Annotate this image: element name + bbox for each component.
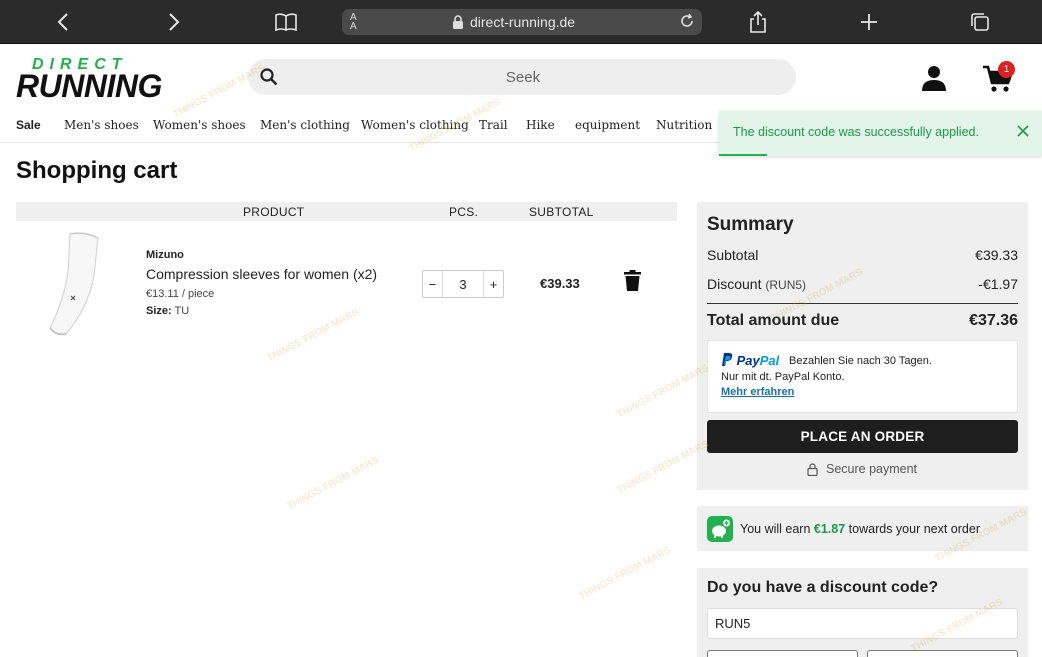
back-icon[interactable]	[50, 10, 76, 34]
tabs-icon[interactable]	[967, 10, 993, 34]
discount-code-label: (RUN5)	[765, 278, 807, 292]
reload-icon[interactable]	[678, 12, 696, 30]
nav-item-trail[interactable]: Trail	[479, 118, 508, 132]
discount-code-input[interactable]	[707, 608, 1018, 639]
watermark: THINGS FROM MARS	[577, 544, 673, 603]
subtotal-row: Subtotal €39.33	[707, 247, 1018, 263]
loyalty-text: You will earn €1.87 towards your next or…	[740, 522, 980, 536]
cart-count-badge: 1	[998, 61, 1015, 78]
paypal-learn-more-link[interactable]: Mehr erfahren	[721, 386, 794, 398]
product-name[interactable]: Compression sleeves for women (x2)	[146, 266, 377, 282]
nav-item-hike[interactable]: Hike	[526, 118, 555, 132]
discount-action-button[interactable]	[707, 650, 858, 657]
product-image[interactable]	[44, 230, 104, 338]
page-title: Shopping cart	[16, 157, 178, 184]
order-summary: Summary Subtotal €39.33 Discount (RUN5) …	[697, 202, 1028, 490]
paypal-icon	[722, 353, 733, 366]
loyalty-amount: €1.87	[813, 522, 846, 536]
paypal-text-line2: Nur mit dt. PayPal Konto.	[721, 371, 845, 383]
account-icon[interactable]	[920, 64, 948, 92]
discount-value: -€1.97	[978, 276, 1018, 292]
place-order-button[interactable]: PLACE AN ORDER	[707, 420, 1018, 453]
summary-title: Summary	[707, 214, 794, 235]
product-unit-price: €13.11 / piece	[146, 288, 215, 300]
paypal-text-line1: Bezahlen Sie nach 30 Tagen.	[789, 355, 932, 367]
forward-icon[interactable]	[161, 10, 187, 34]
quantity-increase-button[interactable]: +	[483, 271, 503, 297]
quantity-decrease-button[interactable]: −	[423, 271, 443, 297]
summary-divider	[707, 303, 1018, 304]
nav-item-equipment[interactable]: equipment	[575, 118, 640, 132]
paypal-banner: PayPal Bezahlen Sie nach 30 Tagen. Nur m…	[707, 340, 1018, 413]
toast-message: The discount code was successfully appli…	[733, 125, 979, 139]
line-subtotal: €39.33	[540, 276, 580, 291]
product-size: Size: TU	[146, 305, 190, 317]
search-input[interactable]	[288, 59, 758, 95]
discount-secondary-button[interactable]	[867, 650, 1018, 657]
discount-label: Discount	[707, 276, 762, 292]
piggy-bank-icon	[707, 516, 733, 542]
padlock-icon	[807, 463, 818, 476]
quantity-input[interactable]	[443, 271, 483, 297]
watermark: THINGS FROM MARS	[265, 306, 361, 365]
loyalty-banner: You will earn €1.87 towards your next or…	[697, 506, 1028, 551]
toast-progress	[719, 154, 767, 156]
close-icon[interactable]	[1016, 124, 1030, 138]
nav-item-womens-shoes[interactable]: Women's shoes	[153, 118, 246, 132]
column-product: PRODUCT	[243, 205, 305, 219]
text-size-icon[interactable]: AA	[350, 13, 357, 32]
paypal-logo: PayPal	[721, 353, 779, 368]
url-text: direct-running.de	[470, 14, 576, 30]
quantity-stepper: − +	[422, 270, 504, 298]
total-value: €37.36	[969, 312, 1018, 329]
search-icon[interactable]	[260, 68, 278, 86]
new-tab-icon[interactable]	[856, 10, 882, 34]
total-label: Total amount due	[707, 312, 840, 329]
logo-running-text: RUNNING	[16, 68, 162, 104]
discount-code-section: Do you have a discount code?	[697, 568, 1028, 657]
nav-item-mens-clothing[interactable]: Men's clothing	[260, 118, 350, 132]
success-toast: The discount code was successfully appli…	[719, 111, 1042, 156]
nav-item-sale[interactable]: Sale	[16, 118, 41, 132]
product-brand: Mizuno	[146, 249, 184, 261]
subtotal-label: Subtotal	[707, 247, 759, 263]
secure-payment-label: Secure payment	[826, 462, 918, 476]
browser-toolbar: AA direct-running.de	[0, 0, 1042, 44]
watermark: THINGS FROM MARS	[285, 454, 381, 513]
nav-item-mens-shoes[interactable]: Men's shoes	[64, 118, 139, 132]
column-subtotal: SUBTOTAL	[529, 205, 594, 219]
address-bar[interactable]: AA direct-running.de	[342, 9, 702, 35]
share-icon[interactable]	[745, 10, 771, 34]
discount-row: Discount (RUN5) -€1.97	[707, 276, 1018, 292]
trash-icon[interactable]	[624, 270, 641, 291]
site-logo[interactable]: DIRECT RUNNING	[16, 56, 162, 104]
nav-item-nutrition[interactable]: Nutrition	[656, 118, 712, 132]
lock-icon	[453, 15, 463, 29]
total-row: Total amount due €37.36	[707, 312, 1018, 330]
search-bar	[248, 59, 796, 95]
column-pcs: PCS.	[449, 205, 479, 219]
discount-title: Do you have a discount code?	[707, 579, 939, 596]
nav-item-womens-clothing[interactable]: Women's clothing	[361, 118, 469, 132]
subtotal-value: €39.33	[975, 247, 1018, 263]
bookmarks-icon[interactable]	[273, 10, 299, 34]
cart-table-header: PRODUCT PCS. SUBTOTAL	[16, 202, 677, 221]
